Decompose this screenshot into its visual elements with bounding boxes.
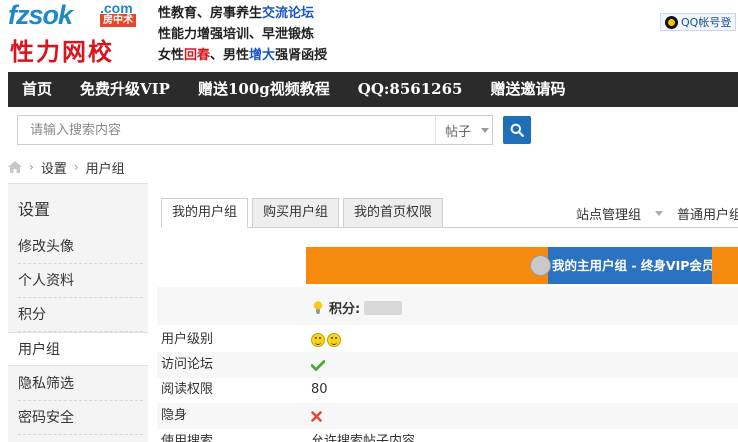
search-button[interactable]: [503, 116, 531, 144]
qq-icon: [665, 15, 678, 29]
breadcrumb-separator: ›: [73, 160, 79, 174]
chevron-down-icon: [481, 127, 490, 133]
search-box: 帖子: [17, 115, 493, 145]
smile-icon: [327, 333, 341, 347]
logo-en-text: fzsok: [8, 0, 73, 30]
nav-item-home[interactable]: 首页: [8, 72, 66, 107]
info-row-user-level: 用户级别: [157, 327, 738, 353]
sidebar-item-avatar[interactable]: 修改头像: [18, 230, 143, 264]
score-row: [157, 287, 738, 325]
slogan-text: 性能力增强培训、早泄锻炼: [158, 27, 315, 42]
sidebar-title: 设置: [18, 200, 51, 219]
info-value: 80: [311, 382, 328, 397]
tab-homepage-permissions[interactable]: 我的首页权限: [343, 198, 444, 228]
info-value: [311, 352, 325, 378]
site-logo[interactable]: fzsok .com 房中术 性力网校: [8, 0, 153, 70]
search-type-select[interactable]: 帖子: [435, 116, 493, 144]
site-header: fzsok .com 房中术 性力网校 性教育、房事养生交流论坛 性能力增强培训…: [0, 0, 738, 72]
score-label: 积分:: [329, 302, 361, 317]
slogan-text: 女性: [158, 48, 185, 63]
info-value: 允许搜索帖子内容: [311, 434, 416, 442]
main-usergroup-label: 我的主用户组 - 终身VIP会员: [548, 247, 712, 284]
info-label: 访问论坛: [161, 357, 214, 372]
info-row-read-permission: 阅读权限 80: [157, 377, 738, 403]
slogan-line-1: 性教育、房事养生交流论坛: [158, 3, 327, 24]
info-value: [311, 327, 343, 353]
usergroup-links: 站点管理组 普通用户组: [576, 204, 738, 223]
slogan-line-3: 女性回春、男性增大强肾函授: [158, 45, 327, 66]
search-type-label: 帖子: [445, 124, 472, 140]
breadcrumb: › 设置 › 用户组: [8, 158, 125, 177]
sidebar-item-privacy[interactable]: 隐私筛选: [18, 367, 143, 401]
slogan-text: 、男性: [210, 48, 250, 63]
cursor-circle-icon: [530, 255, 551, 276]
tab-my-usergroup[interactable]: 我的用户组: [161, 198, 249, 228]
slogan-highlight: 增大: [249, 48, 276, 63]
sidebar-item-credits[interactable]: 积分: [18, 298, 143, 332]
check-icon: [311, 359, 325, 371]
qq-login-button[interactable]: QQ帐号登: [660, 13, 737, 31]
qq-login-label: QQ帐号登: [681, 16, 732, 29]
score-display: 积分:: [313, 298, 403, 317]
search-icon: [510, 123, 524, 137]
main-nav: 首页 免费升级VIP 赠送100g视频教程 QQ:8561265 赠送邀请码: [8, 72, 738, 107]
info-label: 使用搜索: [161, 434, 214, 442]
chevron-down-icon[interactable]: [655, 211, 664, 216]
info-label: 用户级别: [161, 332, 214, 347]
search-input[interactable]: [18, 116, 434, 144]
header-slogans: 性教育、房事养生交流论坛 性能力增强培训、早泄锻炼 女性回春、男性增大强肾函授: [158, 3, 327, 66]
nav-item-invite-code[interactable]: 赠送邀请码: [477, 72, 580, 107]
info-row-invisible: 隐身: [157, 403, 738, 429]
slogan-line-2: 性能力增强培训、早泄锻炼: [158, 24, 327, 45]
logo-cn-text: 性力网校: [10, 37, 114, 66]
admin-group-link[interactable]: 站点管理组: [576, 204, 641, 223]
info-label: 隐身: [161, 408, 188, 423]
sidebar-item-profile[interactable]: 个人资料: [18, 264, 143, 298]
nav-item-qq[interactable]: QQ:8561265: [344, 72, 477, 107]
normal-group-link[interactable]: 普通用户组: [677, 204, 738, 223]
score-value-redacted: [364, 300, 403, 315]
lightbulb-icon: [313, 301, 323, 314]
info-value: [311, 403, 322, 429]
cross-icon: [311, 410, 322, 422]
settings-sidebar: 设置 修改头像 个人资料 积分 用户组 隐私筛选 密码安全: [8, 183, 148, 442]
breadcrumb-separator: ›: [29, 160, 34, 174]
main-usergroup-banner: 我的主用户组 - 终身VIP会员: [306, 247, 738, 284]
nav-item-video-tutorial[interactable]: 赠送100g视频教程: [184, 72, 344, 107]
smile-icon: [311, 333, 325, 347]
info-label: 阅读权限: [161, 382, 214, 397]
nav-item-upgrade-vip[interactable]: 免费升级VIP: [66, 72, 184, 107]
logo-badge: 房中术: [100, 14, 136, 27]
breadcrumb-item-usergroup[interactable]: 用户组: [86, 158, 125, 177]
usergroup-tabs: 我的用户组 购买用户组 我的首页权限: [161, 198, 447, 228]
sidebar-item-password[interactable]: 密码安全: [18, 401, 143, 435]
slogan-text: 性教育、房事养生: [158, 6, 263, 21]
slogan-highlight: 回春: [184, 48, 211, 63]
tab-buy-usergroup[interactable]: 购买用户组: [252, 198, 340, 228]
info-row-search: 使用搜索 允许搜索帖子内容: [157, 429, 738, 442]
slogan-highlight: 交流论坛: [262, 6, 315, 21]
sidebar-item-usergroup[interactable]: 用户组: [8, 332, 148, 366]
home-icon[interactable]: [8, 161, 22, 173]
breadcrumb-item-settings[interactable]: 设置: [41, 158, 67, 177]
slogan-text: 强肾函授: [275, 48, 328, 63]
info-row-visit-forum: 访问论坛: [157, 352, 738, 378]
